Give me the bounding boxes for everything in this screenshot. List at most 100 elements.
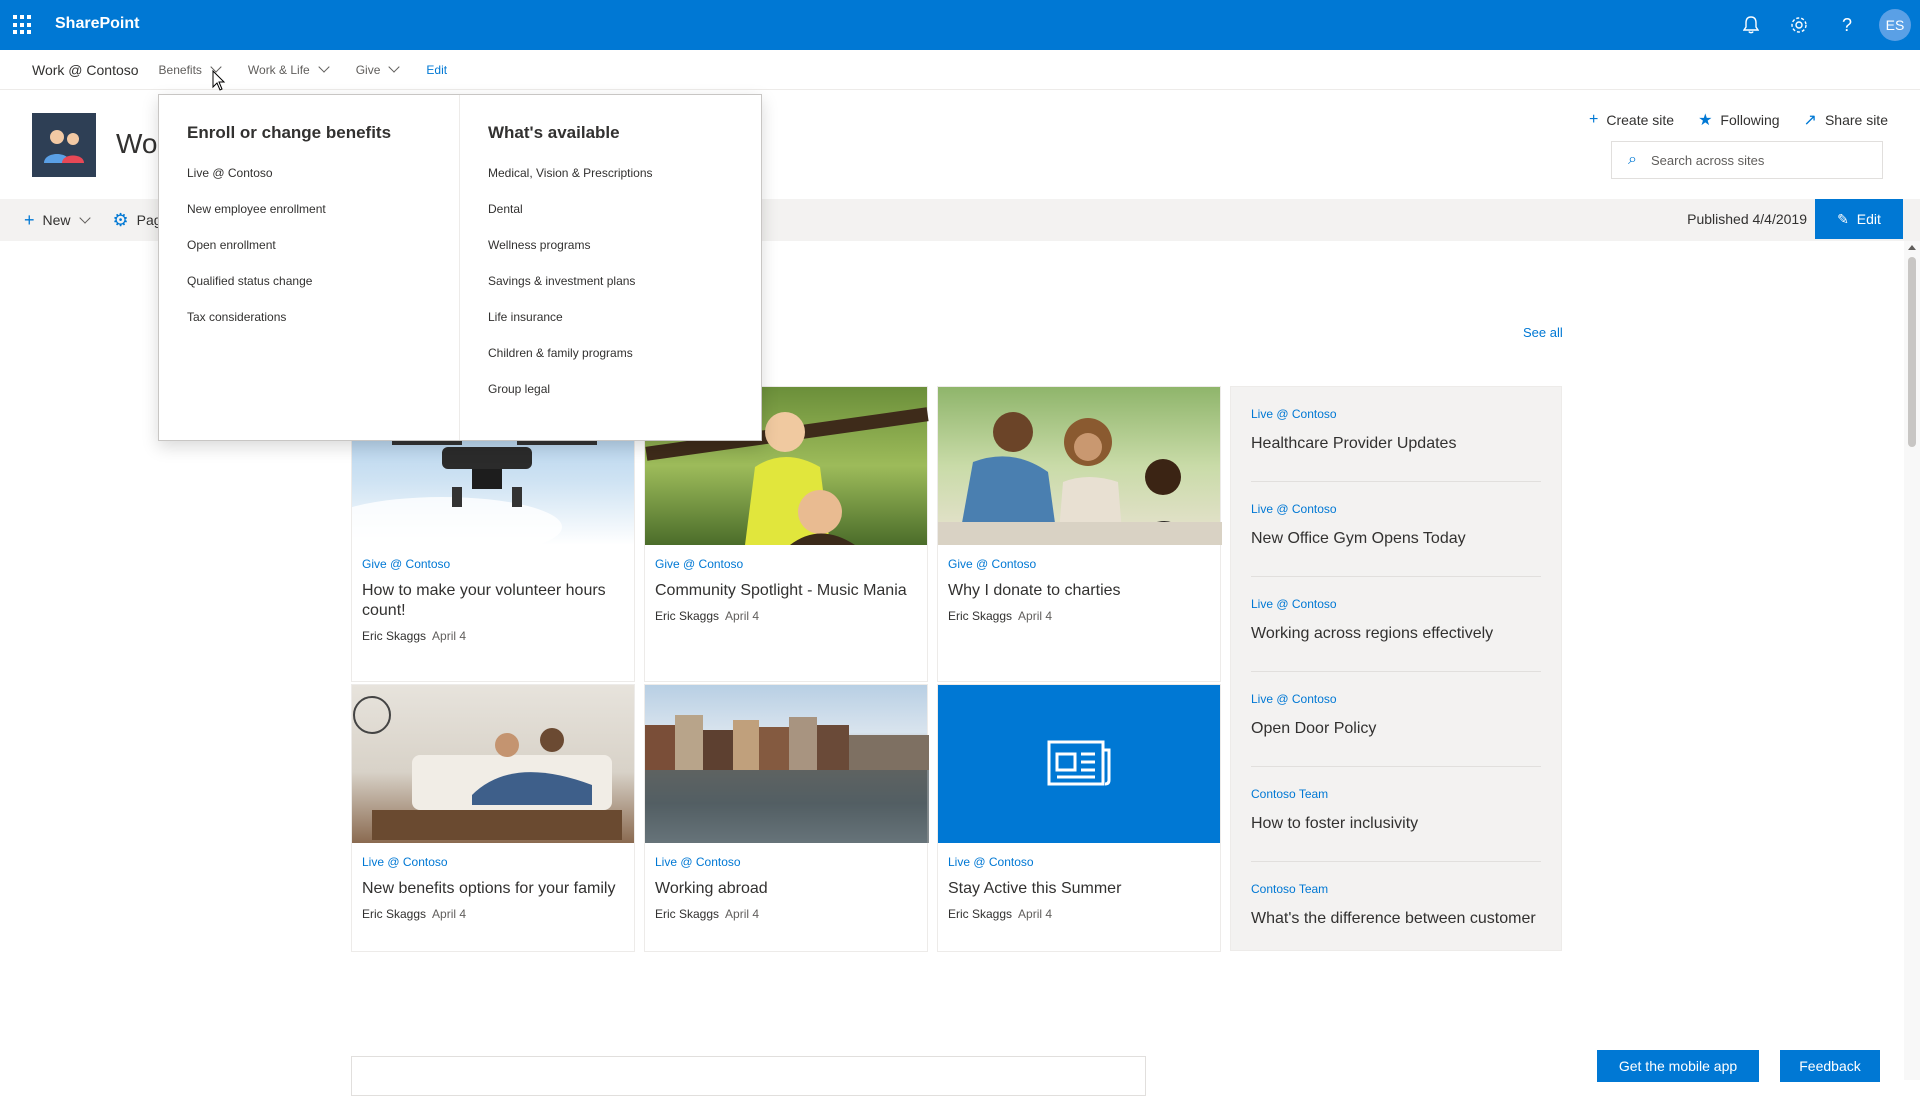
create-site-button[interactable]: + Create site (1589, 110, 1674, 130)
news-title[interactable]: Working abroad (655, 879, 917, 899)
news-title[interactable]: Stay Active this Summer (948, 879, 1210, 899)
list-item[interactable]: Live @ Contoso Open Door Policy (1251, 672, 1541, 767)
mega-menu-link[interactable]: Savings & investment plans (488, 267, 761, 303)
news-meta: Eric Skaggs April 4 (655, 907, 917, 921)
news-meta: Eric Skaggs April 4 (948, 907, 1210, 921)
hub-nav-benefits[interactable]: Benefits (159, 61, 222, 77)
pencil-icon: ✎ (1837, 210, 1849, 227)
share-site-button[interactable]: ↗ Share site (1804, 110, 1888, 130)
feedback-button[interactable]: Feedback (1780, 1050, 1880, 1082)
list-item[interactable]: Contoso Team How to foster inclusivity (1251, 767, 1541, 862)
share-site-label: Share site (1824, 112, 1888, 128)
scroll-up-icon[interactable] (1908, 245, 1916, 250)
news-source[interactable]: Live @ Contoso (362, 855, 624, 869)
gear-icon: ⚙ (112, 209, 129, 230)
list-item[interactable]: Live @ Contoso Healthcare Provider Updat… (1251, 387, 1541, 482)
list-item-source[interactable]: Contoso Team (1251, 882, 1541, 896)
get-mobile-app-button[interactable]: Get the mobile app (1597, 1050, 1759, 1082)
list-item-source[interactable]: Live @ Contoso (1251, 692, 1541, 706)
mega-menu-link[interactable]: Group legal (488, 375, 761, 411)
mega-menu-link[interactable]: Qualified status change (187, 267, 459, 303)
avatar[interactable]: ES (1879, 9, 1911, 41)
news-thumbnail-family-couch (352, 685, 634, 843)
news-title[interactable]: Why I donate to charties (948, 581, 1210, 601)
mega-menu-heading[interactable]: Enroll or change benefits (187, 123, 459, 143)
list-item-title[interactable]: Healthcare Provider Updates (1251, 435, 1541, 453)
news-card[interactable]: Live @ Contoso New benefits options for … (351, 684, 635, 952)
mega-menu-link[interactable]: Wellness programs (488, 231, 761, 267)
news-source[interactable]: Live @ Contoso (655, 855, 917, 869)
hub-nav-label: Give (355, 62, 381, 77)
news-source[interactable]: Live @ Contoso (948, 855, 1210, 869)
mega-menu-link[interactable]: Tax considerations (187, 303, 459, 339)
list-item[interactable]: Live @ Contoso New Office Gym Opens Toda… (1251, 482, 1541, 577)
edit-page-button[interactable]: ✎ Edit (1815, 199, 1903, 239)
news-card[interactable]: Live @ Contoso Stay Active this Summer E… (937, 684, 1221, 952)
news-card[interactable]: Live @ Contoso Working abroad Eric Skagg… (644, 684, 929, 952)
plus-icon: + (24, 209, 35, 230)
list-item-title[interactable]: New Office Gym Opens Today (1251, 530, 1541, 548)
news-author: Eric Skaggs (948, 609, 1013, 623)
news-date: April 4 (725, 609, 760, 623)
hub-nav-give[interactable]: Give (355, 61, 401, 77)
list-item[interactable]: Live @ Contoso Working across regions ef… (1251, 577, 1541, 672)
news-date: April 4 (725, 907, 760, 921)
see-all-link[interactable]: See all (1523, 325, 1563, 340)
mega-menu-link[interactable]: Open enrollment (187, 231, 459, 267)
news-title[interactable]: New benefits options for your family (362, 879, 624, 899)
news-title[interactable]: Community Spotlight - Music Mania (655, 581, 917, 601)
app-launcher-icon[interactable] (13, 15, 33, 35)
list-item-source[interactable]: Live @ Contoso (1251, 502, 1541, 516)
settings-gear-icon[interactable] (1775, 0, 1823, 50)
new-button[interactable]: + New (24, 209, 91, 231)
list-item[interactable]: Contoso Team What's the difference betwe… (1251, 862, 1541, 957)
brand-label[interactable]: SharePoint (55, 15, 139, 33)
news-source[interactable]: Give @ Contoso (655, 557, 917, 571)
news-meta: Eric Skaggs April 4 (362, 907, 624, 921)
hub-nav-work-life[interactable]: Work & Life (248, 61, 330, 77)
chevron-down-icon (78, 211, 91, 224)
published-status: Published 4/4/2019 (1687, 211, 1807, 227)
news-source[interactable]: Give @ Contoso (362, 557, 624, 571)
scrollbar[interactable] (1904, 241, 1920, 1080)
list-item-source[interactable]: Contoso Team (1251, 787, 1541, 801)
scroll-thumb[interactable] (1908, 257, 1916, 447)
list-item-title[interactable]: What's the difference between customer .… (1251, 910, 1541, 928)
hub-title[interactable]: Work @ Contoso (32, 62, 139, 78)
news-meta: Eric Skaggs April 4 (655, 609, 917, 623)
mega-menu-link[interactable]: Children & family programs (488, 339, 761, 375)
following-label: Following (1720, 112, 1780, 128)
mega-menu-link[interactable]: Life insurance (488, 303, 761, 339)
mega-menu-link[interactable]: Dental (488, 195, 761, 231)
page-details-button[interactable]: ⚙ Pag (113, 210, 162, 231)
list-item-source[interactable]: Live @ Contoso (1251, 597, 1541, 611)
site-actions: + Create site ★ Following ↗ Share site (1565, 110, 1888, 130)
list-item-title[interactable]: How to foster inclusivity (1251, 815, 1541, 833)
hub-edit-link[interactable]: Edit (426, 63, 447, 77)
search-input[interactable]: ⌕ Search across sites (1611, 141, 1883, 179)
news-date: April 4 (432, 907, 467, 921)
news-author: Eric Skaggs (655, 907, 720, 921)
news-card[interactable]: Give @ Contoso Why I donate to charties … (937, 386, 1222, 682)
following-button[interactable]: ★ Following (1698, 110, 1779, 130)
notification-bell-icon[interactable] (1727, 0, 1775, 50)
mouse-cursor-icon (212, 70, 226, 91)
mega-menu-link[interactable]: Live @ Contoso (187, 159, 459, 195)
mega-menu-heading[interactable]: What's available (488, 123, 761, 143)
news-source[interactable]: Give @ Contoso (948, 557, 1210, 571)
mega-menu-link[interactable]: New employee enrollment (187, 195, 459, 231)
list-item-title[interactable]: Working across regions effectively (1251, 625, 1541, 643)
news-list: Live @ Contoso Healthcare Provider Updat… (1230, 386, 1562, 951)
site-logo[interactable] (32, 113, 96, 177)
mega-menu-link[interactable]: Medical, Vision & Prescriptions (488, 159, 761, 195)
benefits-mega-menu: Enroll or change benefits Live @ Contoso… (158, 94, 762, 441)
mega-menu-column-enroll: Enroll or change benefits Live @ Contoso… (159, 95, 460, 440)
news-title[interactable]: How to make your volunteer hours count! (362, 581, 624, 621)
list-item-source[interactable]: Live @ Contoso (1251, 407, 1541, 421)
list-item-title[interactable]: Open Door Policy (1251, 720, 1541, 738)
help-icon[interactable]: ? (1823, 0, 1871, 50)
news-meta: Eric Skaggs April 4 (948, 609, 1210, 623)
edit-label: Edit (1856, 211, 1881, 227)
share-icon: ↗ (1803, 112, 1817, 129)
suite-bar: SharePoint ? ES (0, 0, 1920, 50)
